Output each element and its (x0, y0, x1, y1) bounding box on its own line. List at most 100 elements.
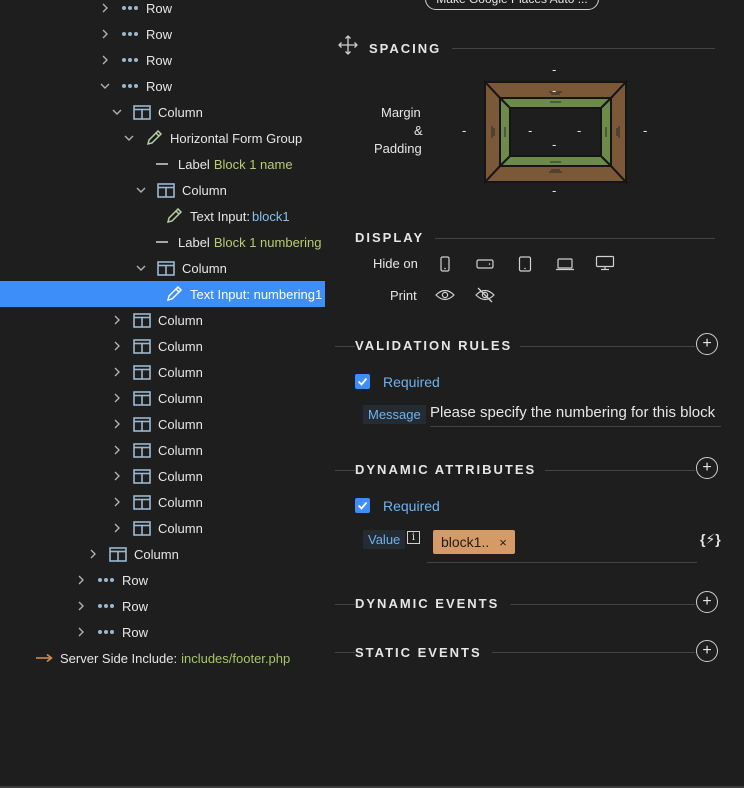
tree-item-column[interactable]: Column (0, 255, 325, 281)
chevron-down-icon[interactable] (134, 183, 148, 197)
tree-item-column[interactable]: Column (0, 307, 325, 333)
required-checkbox[interactable] (355, 374, 370, 389)
mobile-landscape-icon[interactable] (474, 255, 496, 273)
chevron-right-icon[interactable] (74, 599, 88, 613)
tree-item-column[interactable]: Column (0, 385, 325, 411)
row-icon (120, 26, 140, 42)
mobile-portrait-icon[interactable] (434, 255, 456, 273)
margin-left-value[interactable]: - (462, 123, 466, 138)
required-label: Required (383, 498, 440, 514)
padding-label: Padding (374, 141, 422, 156)
margin-top-value[interactable]: - (552, 62, 556, 77)
section-divider (520, 346, 695, 347)
chevron-down-icon[interactable] (110, 105, 124, 119)
add-static-event-button[interactable]: + (696, 640, 718, 662)
tree-item-label-element[interactable]: Label Block 1 numbering (0, 229, 325, 255)
tree-item-row[interactable]: Row (0, 567, 325, 593)
chevron-right-icon[interactable] (110, 469, 124, 483)
add-dynamic-event-button[interactable]: + (696, 591, 718, 613)
required-checkbox[interactable] (355, 498, 370, 513)
padding-left-value[interactable]: - (528, 123, 532, 138)
tree-item-row[interactable]: Row (0, 0, 325, 21)
padding-top-value[interactable]: - (552, 83, 556, 98)
margin-right-value[interactable]: - (643, 123, 647, 138)
margin-label: Margin (381, 105, 421, 120)
chevron-right-icon[interactable] (110, 313, 124, 327)
add-dynamic-attribute-button[interactable]: + (696, 457, 718, 479)
padding-right-value[interactable]: - (577, 123, 581, 138)
chevron-right-icon[interactable] (74, 573, 88, 587)
tree-item-column[interactable]: Column (0, 177, 325, 203)
tree-item-label: Row (146, 26, 173, 42)
tree-item-label: Row (146, 78, 173, 94)
spacing-section-title: SPACING (369, 41, 442, 56)
margin-bottom-value[interactable]: - (552, 183, 556, 198)
tree-item-column[interactable]: Column (0, 463, 325, 489)
tree-item-column[interactable]: Column (0, 359, 325, 385)
desktop-icon[interactable] (594, 254, 616, 272)
chevron-down-icon[interactable] (98, 79, 112, 93)
info-icon[interactable]: i (407, 531, 420, 544)
tree-item-row[interactable]: Row (0, 73, 325, 99)
tree-item-label: Text Input: numbering1 (190, 286, 323, 302)
tree-item-column[interactable]: Column (0, 489, 325, 515)
padding-bottom-value[interactable]: - (552, 137, 556, 152)
value-chip-label: block1.. (441, 534, 490, 550)
section-divider (545, 470, 695, 471)
chevron-right-icon[interactable] (110, 521, 124, 535)
ampersand-label: & (414, 123, 423, 138)
tree-item-column[interactable]: Column (0, 515, 325, 541)
tree-item-server-include[interactable]: Server Side Include: includes/footer.php (0, 645, 325, 671)
message-input[interactable]: Please specify the numbering for this bl… (430, 404, 721, 427)
chevron-right-icon[interactable] (110, 339, 124, 353)
tree-item-text-input[interactable]: Text Input: block1 (0, 203, 325, 229)
tree-item-text-input-selected[interactable]: Text Input: numbering1 (0, 281, 325, 307)
value-input-underline (427, 562, 697, 563)
eye-icon[interactable] (434, 286, 456, 304)
tree-item-row[interactable]: Row (0, 47, 325, 73)
value-chip[interactable]: block1.. × (433, 530, 515, 554)
tree-item-column[interactable]: Column (0, 99, 325, 125)
tree-item-form-group[interactable]: Horizontal Form Group (0, 125, 325, 151)
chevron-right-icon[interactable] (110, 391, 124, 405)
chevron-down-icon[interactable] (134, 261, 148, 275)
chevron-right-icon[interactable] (110, 417, 124, 431)
tree-item-sublabel: includes/footer.php (181, 650, 291, 666)
tree-item-label: Row (146, 52, 173, 68)
google-places-button[interactable]: Make Google Places Auto ... (425, 0, 599, 10)
laptop-icon[interactable] (554, 255, 576, 273)
column-icon (108, 546, 128, 562)
chevron-right-icon[interactable] (86, 547, 100, 561)
chip-close-icon[interactable]: × (499, 535, 507, 550)
chevron-right-icon[interactable] (110, 365, 124, 379)
dynamic-data-icon[interactable]: {⚡} (700, 531, 721, 548)
tree-item-column[interactable]: Column (0, 437, 325, 463)
tree-item-label: Column (158, 364, 203, 380)
tree-item-row[interactable]: Row (0, 593, 325, 619)
chevron-down-icon[interactable] (122, 131, 136, 145)
column-icon (132, 104, 152, 120)
row-icon (96, 598, 116, 614)
eye-slash-icon[interactable] (474, 286, 496, 304)
chevron-right-icon[interactable] (98, 53, 112, 67)
tree-item-row[interactable]: Row (0, 619, 325, 645)
tree-item-label: Label (178, 156, 210, 172)
tree-item-row[interactable]: Row (0, 21, 325, 47)
tree-item-column[interactable]: Column (0, 411, 325, 437)
column-icon (132, 312, 152, 328)
tree-item-label: Column (158, 390, 203, 406)
tree-item-sublabel: block1 (251, 208, 290, 224)
column-icon (156, 260, 176, 276)
chevron-right-icon[interactable] (74, 625, 88, 639)
tree-item-label: Column (158, 468, 203, 484)
chevron-right-icon[interactable] (110, 495, 124, 509)
tree-item-label-element[interactable]: Label Block 1 name (0, 151, 325, 177)
row-icon (120, 0, 140, 16)
tree-item-column[interactable]: Column (0, 333, 325, 359)
tablet-icon[interactable] (514, 255, 536, 273)
chevron-right-icon[interactable] (110, 443, 124, 457)
chevron-right-icon[interactable] (98, 1, 112, 15)
add-validation-rule-button[interactable]: + (696, 333, 718, 355)
chevron-right-icon[interactable] (98, 27, 112, 41)
tree-item-column[interactable]: Column (0, 541, 325, 567)
